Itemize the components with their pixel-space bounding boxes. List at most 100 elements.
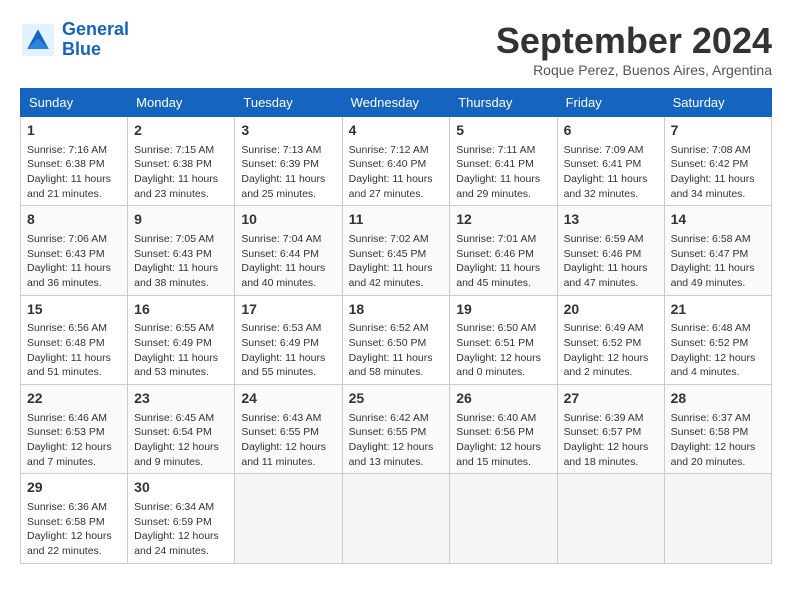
day-number: 5 — [456, 121, 550, 141]
day-number: 29 — [27, 478, 121, 498]
calendar-cell — [664, 474, 771, 563]
header-wednesday: Wednesday — [342, 89, 450, 117]
calendar-cell: 9Sunrise: 7:05 AM Sunset: 6:43 PM Daylig… — [128, 206, 235, 295]
logo-icon — [20, 22, 56, 58]
day-info: Sunrise: 6:50 AM Sunset: 6:51 PM Dayligh… — [456, 321, 550, 380]
logo-line2: Blue — [62, 39, 101, 59]
calendar-cell: 17Sunrise: 6:53 AM Sunset: 6:49 PM Dayli… — [235, 295, 342, 384]
day-number: 26 — [456, 389, 550, 409]
calendar-cell: 8Sunrise: 7:06 AM Sunset: 6:43 PM Daylig… — [21, 206, 128, 295]
day-info: Sunrise: 6:53 AM Sunset: 6:49 PM Dayligh… — [241, 321, 335, 380]
calendar-cell: 21Sunrise: 6:48 AM Sunset: 6:52 PM Dayli… — [664, 295, 771, 384]
calendar-cell — [450, 474, 557, 563]
calendar-cell: 12Sunrise: 7:01 AM Sunset: 6:46 PM Dayli… — [450, 206, 557, 295]
day-number: 22 — [27, 389, 121, 409]
title-block: September 2024 Roque Perez, Buenos Aires… — [496, 20, 772, 78]
day-number: 30 — [134, 478, 228, 498]
month-title: September 2024 — [496, 20, 772, 62]
calendar-cell: 5Sunrise: 7:11 AM Sunset: 6:41 PM Daylig… — [450, 117, 557, 206]
logo-text: General Blue — [62, 20, 129, 60]
calendar-cell: 28Sunrise: 6:37 AM Sunset: 6:58 PM Dayli… — [664, 385, 771, 474]
header-saturday: Saturday — [664, 89, 771, 117]
calendar-cell — [235, 474, 342, 563]
day-number: 10 — [241, 210, 335, 230]
week-row-1: 1Sunrise: 7:16 AM Sunset: 6:38 PM Daylig… — [21, 117, 772, 206]
day-number: 20 — [564, 300, 658, 320]
day-number: 8 — [27, 210, 121, 230]
calendar-cell: 20Sunrise: 6:49 AM Sunset: 6:52 PM Dayli… — [557, 295, 664, 384]
day-number: 16 — [134, 300, 228, 320]
day-info: Sunrise: 7:04 AM Sunset: 6:44 PM Dayligh… — [241, 232, 335, 291]
day-info: Sunrise: 7:16 AM Sunset: 6:38 PM Dayligh… — [27, 143, 121, 202]
day-info: Sunrise: 7:09 AM Sunset: 6:41 PM Dayligh… — [564, 143, 658, 202]
day-info: Sunrise: 7:05 AM Sunset: 6:43 PM Dayligh… — [134, 232, 228, 291]
calendar-cell: 3Sunrise: 7:13 AM Sunset: 6:39 PM Daylig… — [235, 117, 342, 206]
calendar-cell: 4Sunrise: 7:12 AM Sunset: 6:40 PM Daylig… — [342, 117, 450, 206]
calendar-cell: 11Sunrise: 7:02 AM Sunset: 6:45 PM Dayli… — [342, 206, 450, 295]
day-info: Sunrise: 6:37 AM Sunset: 6:58 PM Dayligh… — [671, 411, 765, 470]
calendar-cell: 2Sunrise: 7:15 AM Sunset: 6:38 PM Daylig… — [128, 117, 235, 206]
day-number: 23 — [134, 389, 228, 409]
week-row-2: 8Sunrise: 7:06 AM Sunset: 6:43 PM Daylig… — [21, 206, 772, 295]
location: Roque Perez, Buenos Aires, Argentina — [496, 62, 772, 78]
day-number: 24 — [241, 389, 335, 409]
day-number: 14 — [671, 210, 765, 230]
day-info: Sunrise: 6:39 AM Sunset: 6:57 PM Dayligh… — [564, 411, 658, 470]
day-info: Sunrise: 7:13 AM Sunset: 6:39 PM Dayligh… — [241, 143, 335, 202]
day-number: 13 — [564, 210, 658, 230]
logo: General Blue — [20, 20, 129, 60]
day-number: 1 — [27, 121, 121, 141]
day-info: Sunrise: 6:56 AM Sunset: 6:48 PM Dayligh… — [27, 321, 121, 380]
day-info: Sunrise: 6:52 AM Sunset: 6:50 PM Dayligh… — [349, 321, 444, 380]
calendar-cell: 25Sunrise: 6:42 AM Sunset: 6:55 PM Dayli… — [342, 385, 450, 474]
calendar-cell: 24Sunrise: 6:43 AM Sunset: 6:55 PM Dayli… — [235, 385, 342, 474]
calendar-cell: 27Sunrise: 6:39 AM Sunset: 6:57 PM Dayli… — [557, 385, 664, 474]
calendar-cell: 30Sunrise: 6:34 AM Sunset: 6:59 PM Dayli… — [128, 474, 235, 563]
calendar-header-row: SundayMondayTuesdayWednesdayThursdayFrid… — [21, 89, 772, 117]
day-number: 7 — [671, 121, 765, 141]
day-number: 21 — [671, 300, 765, 320]
day-info: Sunrise: 7:01 AM Sunset: 6:46 PM Dayligh… — [456, 232, 550, 291]
day-number: 28 — [671, 389, 765, 409]
calendar-cell: 13Sunrise: 6:59 AM Sunset: 6:46 PM Dayli… — [557, 206, 664, 295]
calendar-cell: 16Sunrise: 6:55 AM Sunset: 6:49 PM Dayli… — [128, 295, 235, 384]
calendar-cell: 26Sunrise: 6:40 AM Sunset: 6:56 PM Dayli… — [450, 385, 557, 474]
calendar-cell: 15Sunrise: 6:56 AM Sunset: 6:48 PM Dayli… — [21, 295, 128, 384]
day-number: 3 — [241, 121, 335, 141]
day-number: 15 — [27, 300, 121, 320]
calendar-cell: 6Sunrise: 7:09 AM Sunset: 6:41 PM Daylig… — [557, 117, 664, 206]
calendar-cell: 18Sunrise: 6:52 AM Sunset: 6:50 PM Dayli… — [342, 295, 450, 384]
day-number: 25 — [349, 389, 444, 409]
day-info: Sunrise: 6:34 AM Sunset: 6:59 PM Dayligh… — [134, 500, 228, 559]
calendar-cell: 22Sunrise: 6:46 AM Sunset: 6:53 PM Dayli… — [21, 385, 128, 474]
day-number: 27 — [564, 389, 658, 409]
day-info: Sunrise: 7:12 AM Sunset: 6:40 PM Dayligh… — [349, 143, 444, 202]
day-info: Sunrise: 6:46 AM Sunset: 6:53 PM Dayligh… — [27, 411, 121, 470]
day-number: 17 — [241, 300, 335, 320]
day-info: Sunrise: 7:08 AM Sunset: 6:42 PM Dayligh… — [671, 143, 765, 202]
page-header: General Blue September 2024 Roque Perez,… — [20, 20, 772, 78]
calendar-cell: 7Sunrise: 7:08 AM Sunset: 6:42 PM Daylig… — [664, 117, 771, 206]
header-monday: Monday — [128, 89, 235, 117]
logo-line1: General — [62, 19, 129, 39]
calendar-cell: 23Sunrise: 6:45 AM Sunset: 6:54 PM Dayli… — [128, 385, 235, 474]
header-friday: Friday — [557, 89, 664, 117]
calendar-cell — [557, 474, 664, 563]
day-info: Sunrise: 7:15 AM Sunset: 6:38 PM Dayligh… — [134, 143, 228, 202]
calendar-table: SundayMondayTuesdayWednesdayThursdayFrid… — [20, 88, 772, 564]
header-sunday: Sunday — [21, 89, 128, 117]
day-info: Sunrise: 6:43 AM Sunset: 6:55 PM Dayligh… — [241, 411, 335, 470]
day-info: Sunrise: 6:36 AM Sunset: 6:58 PM Dayligh… — [27, 500, 121, 559]
calendar-cell: 1Sunrise: 7:16 AM Sunset: 6:38 PM Daylig… — [21, 117, 128, 206]
header-thursday: Thursday — [450, 89, 557, 117]
day-info: Sunrise: 6:48 AM Sunset: 6:52 PM Dayligh… — [671, 321, 765, 380]
week-row-3: 15Sunrise: 6:56 AM Sunset: 6:48 PM Dayli… — [21, 295, 772, 384]
calendar-cell: 10Sunrise: 7:04 AM Sunset: 6:44 PM Dayli… — [235, 206, 342, 295]
day-info: Sunrise: 6:55 AM Sunset: 6:49 PM Dayligh… — [134, 321, 228, 380]
day-number: 19 — [456, 300, 550, 320]
calendar-cell: 19Sunrise: 6:50 AM Sunset: 6:51 PM Dayli… — [450, 295, 557, 384]
day-number: 2 — [134, 121, 228, 141]
day-number: 12 — [456, 210, 550, 230]
calendar-cell: 14Sunrise: 6:58 AM Sunset: 6:47 PM Dayli… — [664, 206, 771, 295]
day-info: Sunrise: 7:06 AM Sunset: 6:43 PM Dayligh… — [27, 232, 121, 291]
